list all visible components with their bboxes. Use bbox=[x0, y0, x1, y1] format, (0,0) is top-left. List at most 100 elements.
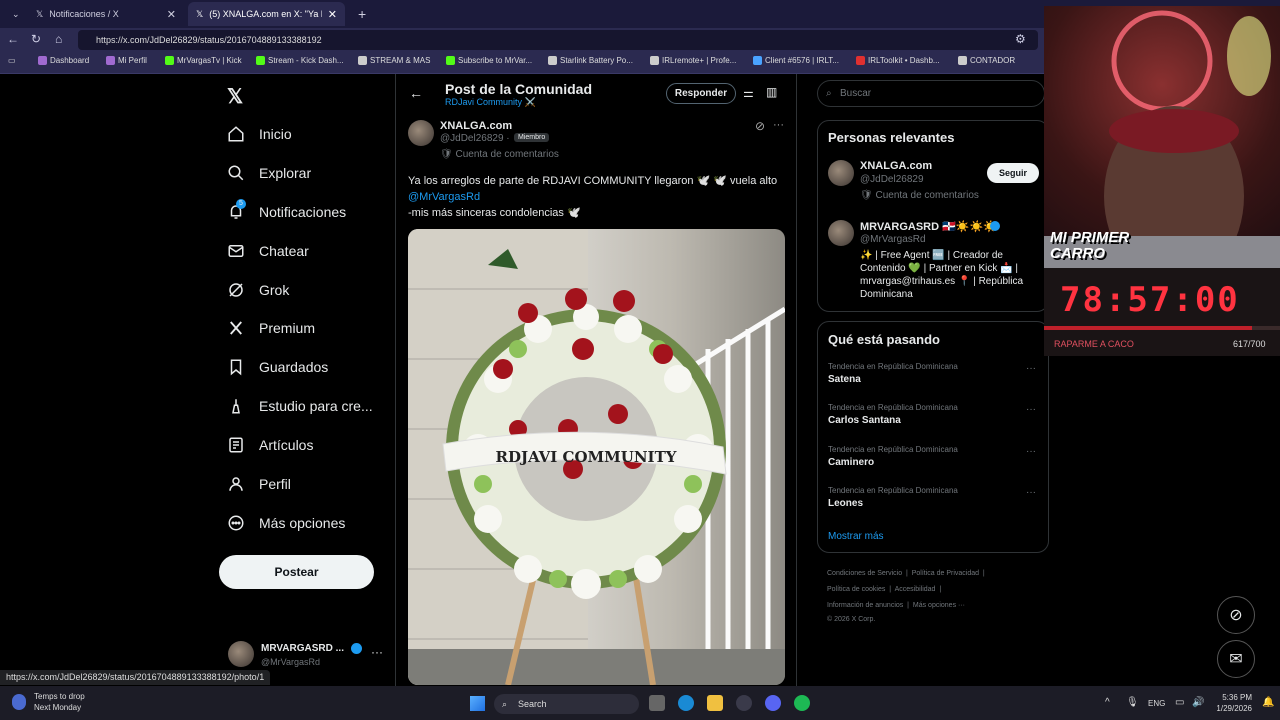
author-handle[interactable]: @JdDel26829 · bbox=[440, 133, 510, 144]
microphone-icon[interactable]: 🎙 bbox=[1126, 697, 1139, 708]
language-indicator[interactable]: ENG bbox=[1148, 699, 1165, 708]
x-logo-icon[interactable]: 𝕏 bbox=[227, 84, 243, 109]
nav-explorar[interactable]: Explorar bbox=[227, 164, 311, 182]
footer-links: Condiciones de Servicio | Política de Pr… bbox=[827, 570, 985, 577]
obs-icon[interactable] bbox=[736, 695, 752, 711]
more-icon[interactable]: ··· bbox=[1026, 404, 1036, 415]
home-icon[interactable]: ⌂ bbox=[55, 32, 62, 46]
grok-icon bbox=[229, 283, 243, 297]
bookmark-mi-perfil[interactable]: Mi Perfil bbox=[106, 56, 147, 65]
seguir-button[interactable]: Seguir bbox=[987, 163, 1039, 183]
bookmarks-menu-icon[interactable]: ▭ bbox=[8, 56, 16, 65]
close-tab-icon[interactable]: ✕ bbox=[328, 8, 337, 21]
nav-inicio[interactable]: Inicio bbox=[227, 125, 292, 143]
bookmark-dashboard[interactable]: Dashboard bbox=[38, 56, 89, 65]
person-name[interactable]: XNALGA.com bbox=[860, 160, 932, 172]
nav-articulos[interactable]: Artículos bbox=[227, 436, 313, 454]
discord-icon[interactable] bbox=[765, 695, 781, 711]
tab-post[interactable]: 𝕏 (5) XNALGA.com en X: "Ya los arre ✕ bbox=[188, 2, 345, 26]
task-view-icon[interactable] bbox=[649, 695, 665, 711]
network-icon[interactable]: ▭ bbox=[1175, 697, 1184, 708]
close-tab-icon[interactable]: ✕ bbox=[167, 8, 176, 21]
nav-perfil[interactable]: Perfil bbox=[227, 475, 291, 493]
person-name[interactable]: MRVARGASRD 🇩🇴☀️☀️☀️ bbox=[860, 220, 997, 233]
trend-item[interactable]: Tendencia en República Dominicana Satena bbox=[828, 362, 958, 385]
bookmark-subscribe[interactable]: Subscribe to MrVar... bbox=[446, 56, 532, 65]
back-icon[interactable]: ← bbox=[7, 32, 19, 46]
post-photo[interactable]: RDJAVI COMMUNITY bbox=[408, 229, 785, 685]
bookmark-client[interactable]: Client #6576 | IRLT... bbox=[753, 56, 839, 65]
nav-mas-opciones[interactable]: Más opciones bbox=[227, 514, 345, 532]
goal-progress-track bbox=[1044, 326, 1280, 330]
author-avatar[interactable] bbox=[408, 120, 434, 146]
search-icon: ⌕ bbox=[826, 88, 832, 99]
trend-item[interactable]: Tendencia en República Dominicana Leones bbox=[828, 486, 958, 509]
profile-icon bbox=[229, 477, 243, 491]
reader-view-icon[interactable]: ▥ bbox=[766, 85, 777, 99]
more-icon[interactable]: ··· bbox=[1026, 363, 1036, 374]
webcam-overlay: MI PRIMER CARRO bbox=[1044, 6, 1280, 268]
countdown-timer: 78:57:00 bbox=[1060, 280, 1240, 320]
avatar[interactable] bbox=[828, 220, 854, 246]
footer-link[interactable]: Condiciones de Servicio bbox=[827, 570, 902, 577]
more-icon[interactable]: ··· bbox=[1026, 487, 1036, 498]
footer-link[interactable]: Información de anuncios bbox=[827, 602, 903, 609]
spotify-icon[interactable] bbox=[794, 695, 810, 711]
nav-guardados[interactable]: Guardados bbox=[227, 358, 328, 376]
search-input[interactable]: ⌕ Buscar bbox=[817, 80, 1045, 107]
start-icon[interactable] bbox=[470, 696, 485, 711]
mention-link[interactable]: @MrVargasRd bbox=[408, 189, 788, 205]
edge-icon[interactable] bbox=[678, 695, 694, 711]
bookmark-kick[interactable]: MrVargasTv | Kick bbox=[165, 56, 242, 65]
refresh-icon[interactable]: ↻ bbox=[31, 32, 41, 46]
footer-link[interactable]: Política de Privacidad bbox=[912, 570, 979, 577]
postear-button[interactable]: Postear bbox=[219, 555, 374, 589]
nav-estudio[interactable]: Estudio para cre... bbox=[227, 397, 373, 415]
page-title: Post de la Comunidad bbox=[445, 81, 593, 97]
nav-chatear[interactable]: Chatear bbox=[227, 242, 309, 260]
new-tab-button[interactable]: + bbox=[350, 2, 370, 26]
more-icon[interactable]: ··· bbox=[371, 645, 383, 659]
messages-fab[interactable]: ✉ bbox=[1217, 640, 1255, 678]
avatar[interactable] bbox=[828, 160, 854, 186]
volume-icon[interactable]: 🔊 bbox=[1192, 697, 1204, 708]
author-name[interactable]: XNALGA.com bbox=[440, 120, 512, 132]
trend-item[interactable]: Tendencia en República Dominicana Carlos… bbox=[828, 403, 958, 426]
taskbar-search[interactable]: ⌕ Search bbox=[494, 694, 639, 714]
url-input[interactable]: https://x.com/JdDel26829/status/20167048… bbox=[78, 30, 1038, 50]
link-status-bar: https://x.com/JdDel26829/status/20167048… bbox=[0, 670, 271, 685]
grok-icon[interactable]: ⊘ bbox=[755, 119, 765, 133]
tab-list-button[interactable]: ⌄ bbox=[4, 2, 22, 26]
settings-sliders-icon[interactable]: ⚌ bbox=[743, 86, 754, 100]
extensions-icon[interactable]: ⚙ bbox=[1015, 32, 1026, 46]
bookmark-starlink[interactable]: Starlink Battery Po... bbox=[548, 56, 633, 65]
person-handle[interactable]: @MrVargasRd bbox=[860, 234, 926, 245]
file-explorer-icon[interactable] bbox=[707, 695, 723, 711]
footer-link[interactable]: Política de cookies bbox=[827, 586, 885, 593]
back-arrow-icon[interactable]: ← bbox=[409, 85, 423, 101]
bookmark-contador[interactable]: CONTADOR bbox=[958, 56, 1015, 65]
trend-item[interactable]: Tendencia en República Dominicana Camine… bbox=[828, 445, 958, 468]
footer-link[interactable]: Accesibilidad bbox=[895, 586, 936, 593]
notifications-bell-icon[interactable]: 🔔 bbox=[1262, 697, 1274, 708]
person-handle[interactable]: @JdDel26829 bbox=[860, 174, 924, 185]
tray-chevron-icon[interactable]: ^ bbox=[1105, 697, 1110, 708]
footer-link[interactable]: Más opciones ··· bbox=[913, 602, 965, 609]
bookmark-irltoolkit[interactable]: IRLToolkit • Dashb... bbox=[856, 56, 940, 65]
bookmark-stream-mas[interactable]: STREAM & MAS bbox=[358, 56, 430, 65]
clock[interactable]: 5:36 PM 1/29/2026 bbox=[1214, 693, 1252, 713]
more-icon[interactable]: ··· bbox=[1026, 446, 1036, 457]
bookmark-kick-dash[interactable]: Stream - Kick Dash... bbox=[256, 56, 344, 65]
nav-grok[interactable]: Grok bbox=[227, 281, 289, 299]
account-switcher[interactable]: MRVARGASRD ... @MrVargasRd ··· bbox=[228, 641, 388, 671]
bookmark-irlremote[interactable]: IRLremote+ | Profe... bbox=[650, 56, 736, 65]
show-more-link[interactable]: Mostrar más bbox=[828, 531, 884, 542]
responder-button[interactable]: Responder bbox=[666, 83, 736, 104]
tab-notificaciones[interactable]: 𝕏 Notificaciones / X ✕ bbox=[28, 2, 184, 26]
more-icon[interactable]: ··· bbox=[773, 119, 784, 131]
divider bbox=[796, 74, 797, 686]
nav-notificaciones[interactable]: Notificaciones 5 bbox=[227, 199, 346, 221]
nav-premium[interactable]: Premium bbox=[227, 319, 315, 337]
community-link[interactable]: RDJavi Community ⚔️ bbox=[445, 97, 536, 108]
grok-fab[interactable]: ⊘ bbox=[1217, 596, 1255, 634]
